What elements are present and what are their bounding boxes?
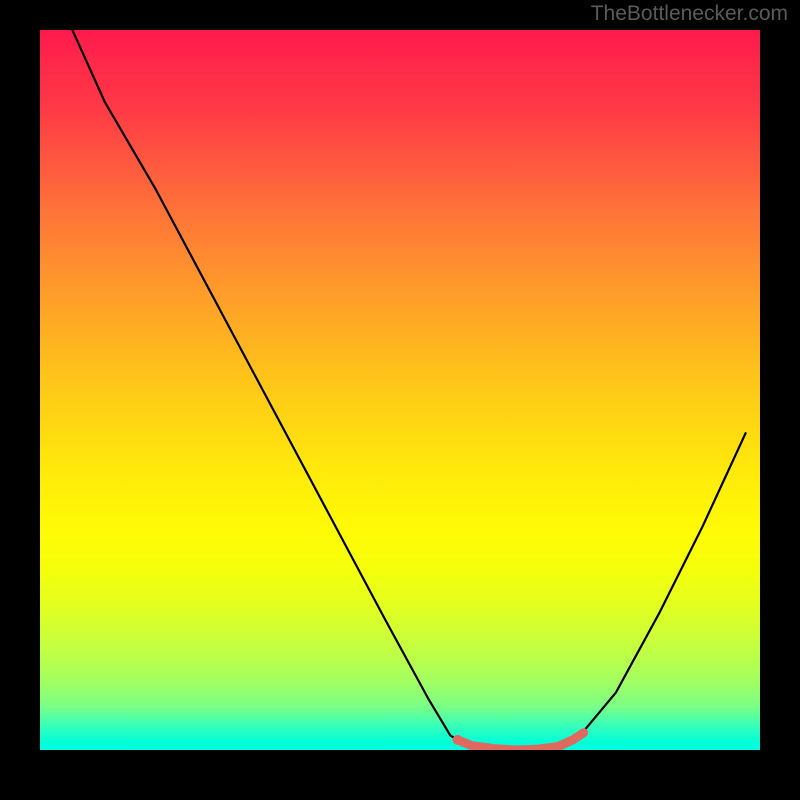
bottleneck-curve: [72, 30, 745, 750]
watermark-text: TheBottlenecker.com: [591, 2, 788, 26]
chart-container: TheBottlenecker.com: [0, 0, 800, 800]
plot-area: [40, 30, 760, 750]
curve-svg: [40, 30, 760, 750]
valley-highlight: [458, 733, 584, 750]
valley-highlight-start-dot: [453, 735, 463, 745]
